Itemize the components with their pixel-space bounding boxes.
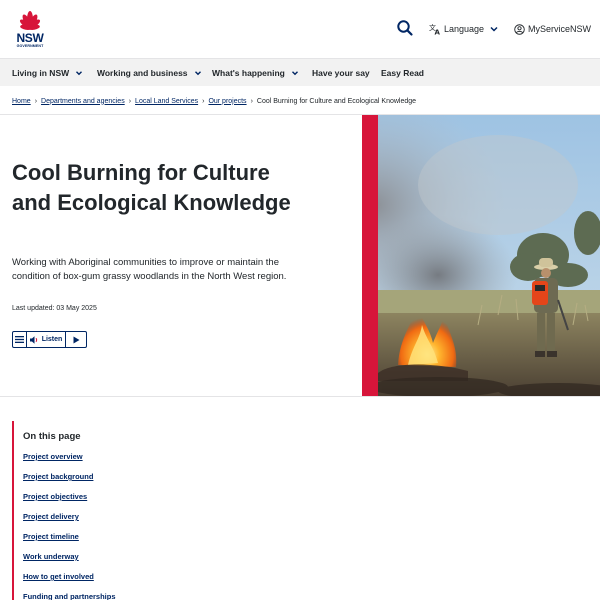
listen-widget: Listen	[12, 331, 87, 348]
on-this-page-nav: On this page Project overview Project ba…	[12, 421, 212, 600]
page-title: Cool Burning for Culture and Ecological …	[12, 160, 291, 215]
on-this-page-link-project-delivery[interactable]: Project delivery	[23, 512, 79, 521]
breadcrumb-link-home[interactable]: Home	[12, 98, 31, 105]
speaker-icon	[29, 335, 37, 344]
listen-menu-button[interactable]	[13, 332, 27, 347]
translate-icon: 文 A	[429, 23, 441, 35]
menu-icon	[15, 336, 24, 343]
nav-item-whats-happening[interactable]: What's happening	[212, 59, 299, 87]
nav-item-have-your-say[interactable]: Have your say	[312, 59, 370, 87]
chevron-right-icon: ›	[202, 97, 205, 105]
breadcrumb-link-our-projects[interactable]: Our projects	[208, 98, 246, 105]
search-button[interactable]	[396, 19, 414, 37]
nav-item-label: Have your say	[312, 68, 370, 78]
svg-text:A: A	[435, 29, 441, 36]
chevron-down-icon	[291, 71, 298, 76]
chevron-right-icon: ›	[250, 97, 253, 105]
logo-subtext: GOVERNMENT	[16, 44, 44, 48]
waratah-icon	[19, 11, 41, 30]
play-icon	[73, 336, 79, 343]
nav-item-working-and-business[interactable]: Working and business	[97, 59, 202, 87]
breadcrumb-current: Cool Burning for Culture and Ecological …	[256, 97, 417, 105]
logo-wordmark: NSW	[16, 31, 44, 45]
on-this-page-link-how-to-get-involved[interactable]: How to get involved	[23, 572, 94, 581]
nav-item-label: What's happening	[212, 68, 285, 78]
language-label: Language	[444, 24, 485, 34]
on-this-page-link-project-objectives[interactable]: Project objectives	[23, 492, 87, 501]
search-icon	[397, 20, 413, 36]
nsw-government-logo[interactable]: NSW GOVERNMENT	[12, 9, 48, 49]
on-this-page-link-funding-and-partnerships[interactable]: Funding and partnerships	[23, 592, 116, 600]
hero-accent-bar	[362, 115, 378, 396]
on-this-page-link-work-underway[interactable]: Work underway	[23, 552, 79, 561]
page-intro: Working with Aboriginal communities to i…	[12, 257, 287, 282]
site-header: NSW GOVERNMENT 文 A Language MyServiceNSW	[0, 0, 600, 58]
listen-button[interactable]: Listen	[27, 332, 66, 347]
on-this-page-link-project-overview[interactable]: Project overview	[23, 452, 83, 461]
hero-photo	[378, 115, 600, 396]
chevron-right-icon: ›	[128, 97, 132, 105]
nav-item-easy-read[interactable]: Easy Read	[381, 59, 424, 87]
nav-item-label: Living in NSW	[12, 68, 70, 78]
breadcrumb-link-departments[interactable]: Departments and agencies	[41, 98, 125, 105]
chevron-down-icon	[76, 71, 83, 76]
play-button[interactable]	[66, 332, 86, 347]
divider	[0, 396, 600, 397]
breadcrumb-link-local-land-services[interactable]: Local Land Services	[135, 98, 198, 105]
on-this-page-link-project-timeline[interactable]: Project timeline	[23, 532, 79, 541]
on-this-page-link-project-background[interactable]: Project background	[23, 472, 93, 481]
nav-item-living-in-nsw[interactable]: Living in NSW	[12, 59, 83, 87]
nav-item-label: Easy Read	[381, 68, 424, 78]
main-navigation: Living in NSW Working and business What'…	[0, 58, 600, 86]
chevron-down-icon	[194, 71, 201, 76]
listen-label: Listen	[41, 336, 63, 343]
myservicensw-label: MyServiceNSW	[528, 24, 592, 34]
myservicensw-link[interactable]: MyServiceNSW	[514, 21, 591, 37]
breadcrumb: Home › Departments and agencies › Local …	[12, 95, 416, 107]
last-updated: Last updated: 03 May 2025	[12, 305, 97, 312]
hero-image-cool-burning	[378, 115, 600, 396]
chevron-right-icon: ›	[34, 97, 38, 105]
on-this-page-title: On this page	[23, 431, 81, 442]
chevron-down-icon	[490, 26, 498, 32]
language-selector[interactable]: 文 A Language	[429, 21, 499, 37]
nav-item-label: Working and business	[97, 68, 188, 78]
user-account-icon	[514, 23, 525, 35]
